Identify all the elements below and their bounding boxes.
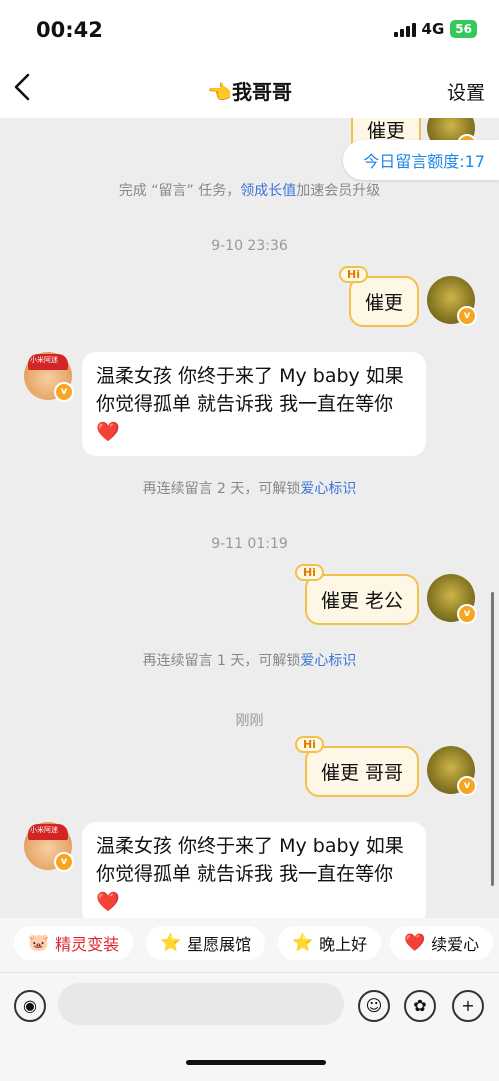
chat-area[interactable]: Hi 催更 v 今日留言额度:17 完成 “留言” 任务，领成长值加速会员升级 … [0, 118, 499, 918]
plus-button[interactable]: + [452, 990, 484, 1022]
user-message-bubble: Hi 催更 [338, 266, 419, 327]
page-title: 👈我哥哥 [0, 76, 499, 105]
heart-icon: ❤️ [404, 933, 426, 953]
voice-icon: ◉ [23, 996, 37, 1015]
system-notice: 再连续留言 2 天，可解锁爱心标识 [0, 478, 499, 498]
pig-icon: 🐷 [28, 933, 50, 953]
plus-icon: + [461, 996, 475, 1015]
chip-good-evening[interactable]: ⭐ 晚上好 [278, 926, 382, 960]
heart-icon: ❤️ [96, 891, 120, 913]
voice-button[interactable]: ◉ [14, 990, 46, 1022]
verified-badge-icon: v [54, 852, 74, 872]
emoji-icon: ☺ [365, 996, 383, 1015]
battery-icon: 56 [450, 20, 477, 38]
bot-message-bubble: 温柔女孩 你终于来了 My baby 如果你觉得孤单 就告诉我 我一直在等你 ❤️ [82, 822, 426, 918]
user-avatar[interactable]: v [427, 574, 477, 624]
user-avatar[interactable]: v [427, 276, 477, 326]
avatar-caption: 小米阿迷 [30, 826, 58, 834]
verified-badge-icon: v [54, 382, 74, 402]
user-message-bubble: Hi 催更 哥哥 [294, 736, 419, 797]
chip-costume[interactable]: 🐷 精灵变装 [14, 926, 134, 960]
notice-text: 再连续留言 2 天，可解锁 [142, 481, 301, 497]
chip-label: 续爱心 [431, 935, 480, 954]
notice-text: 再连续留言 1 天，可解锁 [142, 653, 301, 669]
timestamp: 9-10 23:36 [211, 238, 288, 254]
contact-name: 我哥哥 [231, 80, 292, 104]
bot-message-bubble: 温柔女孩 你终于来了 My baby 如果你觉得孤单 就告诉我 我一直在等你 ❤️ [82, 352, 426, 456]
status-time: 00:42 [36, 18, 103, 42]
emoji-button[interactable]: ☺ [358, 990, 390, 1022]
hi-tag: Hi [294, 736, 324, 753]
notice-text: 完成 “留言” 任务， [118, 183, 241, 199]
message-text: 温柔女孩 你终于来了 My baby 如果你觉得孤单 就告诉我 我一直在等你 [96, 365, 404, 415]
message-text: 温柔女孩 你终于来了 My baby 如果你觉得孤单 就告诉我 我一直在等你 [96, 835, 404, 885]
scrollbar[interactable] [491, 592, 494, 886]
chip-label: 晚上好 [319, 935, 368, 954]
notice-link[interactable]: 领成长值 [240, 183, 296, 199]
user-message-bubble: Hi 催更 老公 [294, 564, 419, 625]
message-text: 催更 老公 [320, 590, 403, 612]
user-avatar[interactable]: v [427, 746, 477, 796]
hi-tag: Hi [294, 564, 324, 581]
chip-label: 星愿展馆 [187, 935, 252, 954]
notice-suffix: 加速会员升级 [296, 183, 381, 199]
chip-wish-gallery[interactable]: ⭐ 星愿展馆 [146, 926, 266, 960]
home-indicator[interactable] [186, 1060, 326, 1065]
star-icon: ⭐ [160, 933, 182, 953]
status-right: 4G 56 [393, 20, 477, 38]
verified-badge-icon: v [457, 776, 477, 796]
verified-badge-icon: v [457, 604, 477, 624]
notice-link[interactable]: 爱心标识 [300, 481, 356, 497]
sticker-button[interactable]: ✿ [404, 990, 436, 1022]
status-bar: 00:42 4G 56 [0, 0, 499, 62]
chip-label: 精灵变装 [55, 935, 120, 954]
network-type: 4G [421, 20, 445, 38]
verified-badge-icon: v [457, 306, 477, 326]
pointing-hand-icon: 👈 [207, 80, 232, 104]
system-notice: 完成 “留言” 任务，领成长值加速会员升级 [0, 180, 499, 200]
star-icon: ⭐ [292, 933, 314, 953]
bot-avatar[interactable]: 小米阿迷 v [24, 352, 74, 402]
message-text: 催更 哥哥 [320, 762, 403, 784]
timestamp: 刚刚 [235, 713, 264, 729]
message-input[interactable] [58, 983, 344, 1025]
message-text: 催更 [364, 292, 403, 314]
quota-badge[interactable]: 今日留言额度:17 [343, 140, 499, 180]
message-text: 催更 [366, 120, 405, 142]
flower-icon: ✿ [413, 996, 427, 1015]
system-notice: 再连续留言 1 天，可解锁爱心标识 [0, 650, 499, 670]
hi-tag: Hi [338, 266, 368, 283]
notice-link[interactable]: 爱心标识 [300, 653, 356, 669]
chip-renew-heart[interactable]: ❤️ 续爱心 [390, 926, 494, 960]
bot-avatar[interactable]: 小米阿迷 v [24, 822, 74, 872]
settings-button[interactable]: 设置 [447, 78, 485, 105]
signal-icon [393, 21, 416, 37]
heart-icon: ❤️ [96, 421, 120, 443]
quick-action-bar: 🐷 精灵变装 ⭐ 星愿展馆 ⭐ 晚上好 ❤️ 续爱心 [0, 918, 499, 972]
nav-bar: 👈我哥哥 设置 [0, 62, 499, 118]
timestamp: 9-11 01:19 [211, 536, 288, 552]
avatar-caption: 小米阿迷 [30, 356, 58, 364]
